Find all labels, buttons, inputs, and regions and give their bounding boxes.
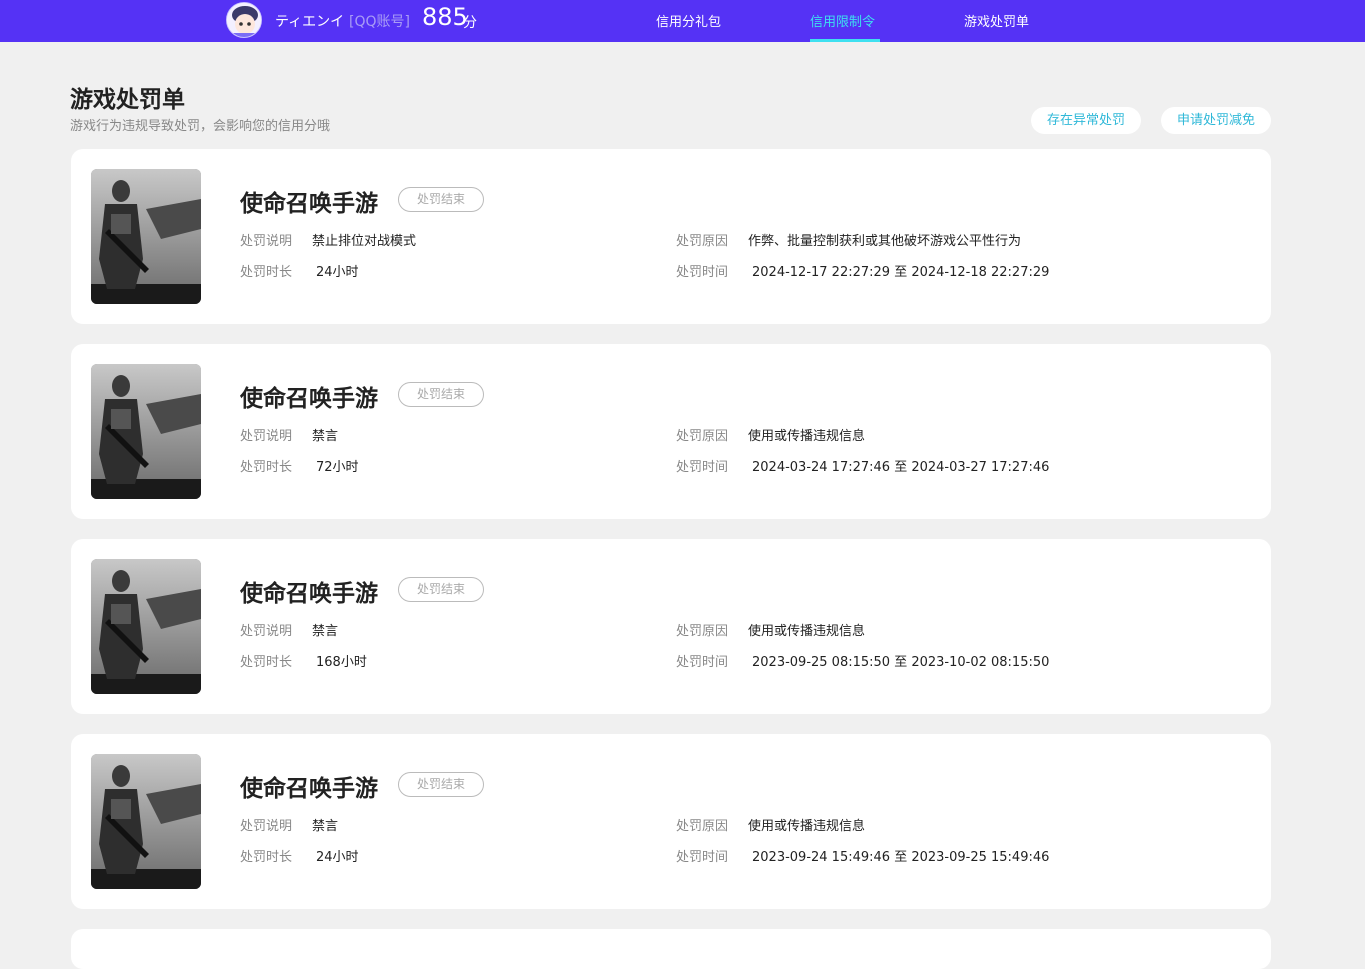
- penalty-duration-value: 168小时: [316, 655, 367, 670]
- penalty-reason-value: 使用或传播违规信息: [748, 429, 866, 444]
- game-cover-image: [91, 754, 201, 889]
- penalty-desc-value: 禁言: [312, 819, 339, 834]
- credit-score: 885: [422, 3, 468, 31]
- tab-credit-gift[interactable]: 信用分礼包: [656, 11, 721, 30]
- penalty-desc-value: 禁言: [312, 624, 339, 639]
- penalty-time-label: 处罚时间: [676, 850, 729, 865]
- penalty-time-value: 2024-12-17 22:27:29 至 2024-12-18 22:27:2…: [752, 265, 1050, 280]
- page-subtitle: 游戏行为违规导致处罚，会影响您的信用分哦: [70, 119, 331, 134]
- penalty-desc-label: 处罚说明: [240, 819, 293, 834]
- penalty-reason-value: 使用或传播违规信息: [748, 624, 866, 639]
- penalty-time-value: 2023-09-24 15:49:46 至 2023-09-25 15:49:4…: [752, 850, 1050, 865]
- penalty-duration-label: 处罚时长: [240, 655, 293, 670]
- penalty-desc-value: 禁止排位对战模式: [312, 234, 417, 249]
- penalty-reason-label: 处罚原因: [676, 624, 729, 639]
- game-name: 使命召唤手游: [240, 191, 378, 217]
- penalty-desc-label: 处罚说明: [240, 234, 293, 249]
- penalty-duration-label: 处罚时长: [240, 265, 293, 280]
- game-cover-image: [91, 364, 201, 499]
- penalty-time-value: 2024-03-24 17:27:46 至 2024-03-27 17:27:4…: [752, 460, 1050, 475]
- status-badge: 处罚结束: [398, 382, 484, 407]
- penalty-card[interactable]: 使命召唤手游 处罚结束 处罚说明 禁言 处罚时长 168小时 处罚原因 使用或传…: [71, 539, 1271, 714]
- penalty-reason-label: 处罚原因: [676, 429, 729, 444]
- credit-score-unit: 分: [463, 15, 477, 31]
- penalty-duration-label: 处罚时长: [240, 850, 293, 865]
- game-cover-image: [91, 559, 201, 694]
- report-abnormal-penalty-button[interactable]: 存在异常处罚: [1031, 107, 1141, 134]
- active-tab-indicator: [810, 39, 880, 42]
- user-name: ティエンイ: [275, 14, 345, 30]
- penalty-desc-value: 禁言: [312, 429, 339, 444]
- penalty-desc-label: 处罚说明: [240, 429, 293, 444]
- penalty-time-label: 处罚时间: [676, 655, 729, 670]
- game-name: 使命召唤手游: [240, 386, 378, 412]
- status-badge: 处罚结束: [398, 577, 484, 602]
- top-nav-bar: ティエンイ [QQ账号] 885 分 信用分礼包 信用限制令 游戏处罚单: [0, 0, 1365, 42]
- penalty-time-value: 2023-09-25 08:15:50 至 2023-10-02 08:15:5…: [752, 655, 1050, 670]
- avatar[interactable]: [226, 2, 262, 38]
- apply-penalty-reduction-button[interactable]: 申请处罚减免: [1161, 107, 1271, 134]
- penalty-duration-value: 24小时: [316, 850, 359, 865]
- tab-game-penalty[interactable]: 游戏处罚单: [964, 11, 1029, 30]
- account-type-label: [QQ账号]: [349, 14, 410, 30]
- game-name: 使命召唤手游: [240, 776, 378, 802]
- penalty-duration-value: 72小时: [316, 460, 359, 475]
- penalty-duration-value: 24小时: [316, 265, 359, 280]
- tab-credit-restriction[interactable]: 信用限制令: [810, 11, 875, 30]
- game-cover-image: [91, 169, 201, 304]
- penalty-desc-label: 处罚说明: [240, 624, 293, 639]
- penalty-reason-value: 作弊、批量控制获利或其他破坏游戏公平性行为: [748, 234, 1022, 249]
- status-badge: 处罚结束: [398, 772, 484, 797]
- status-badge: 处罚结束: [398, 187, 484, 212]
- penalty-reason-value: 使用或传播违规信息: [748, 819, 866, 834]
- penalty-time-label: 处罚时间: [676, 265, 729, 280]
- penalty-card[interactable]: 使命召唤手游 处罚结束 处罚说明 禁止排位对战模式 处罚时长 24小时 处罚原因…: [71, 149, 1271, 324]
- penalty-card[interactable]: 使命召唤手游 处罚结束 处罚说明 禁言 处罚时长 72小时 处罚原因 使用或传播…: [71, 344, 1271, 519]
- penalty-time-label: 处罚时间: [676, 460, 729, 475]
- game-name: 使命召唤手游: [240, 581, 378, 607]
- penalty-reason-label: 处罚原因: [676, 234, 729, 249]
- page-title: 游戏处罚单: [70, 87, 185, 113]
- penalty-card[interactable]: 使命召唤手游 处罚结束 处罚说明 禁言 处罚时长 24小时 处罚原因 使用或传播…: [71, 734, 1271, 909]
- penalty-card-partial: [71, 929, 1271, 969]
- penalty-duration-label: 处罚时长: [240, 460, 293, 475]
- penalty-reason-label: 处罚原因: [676, 819, 729, 834]
